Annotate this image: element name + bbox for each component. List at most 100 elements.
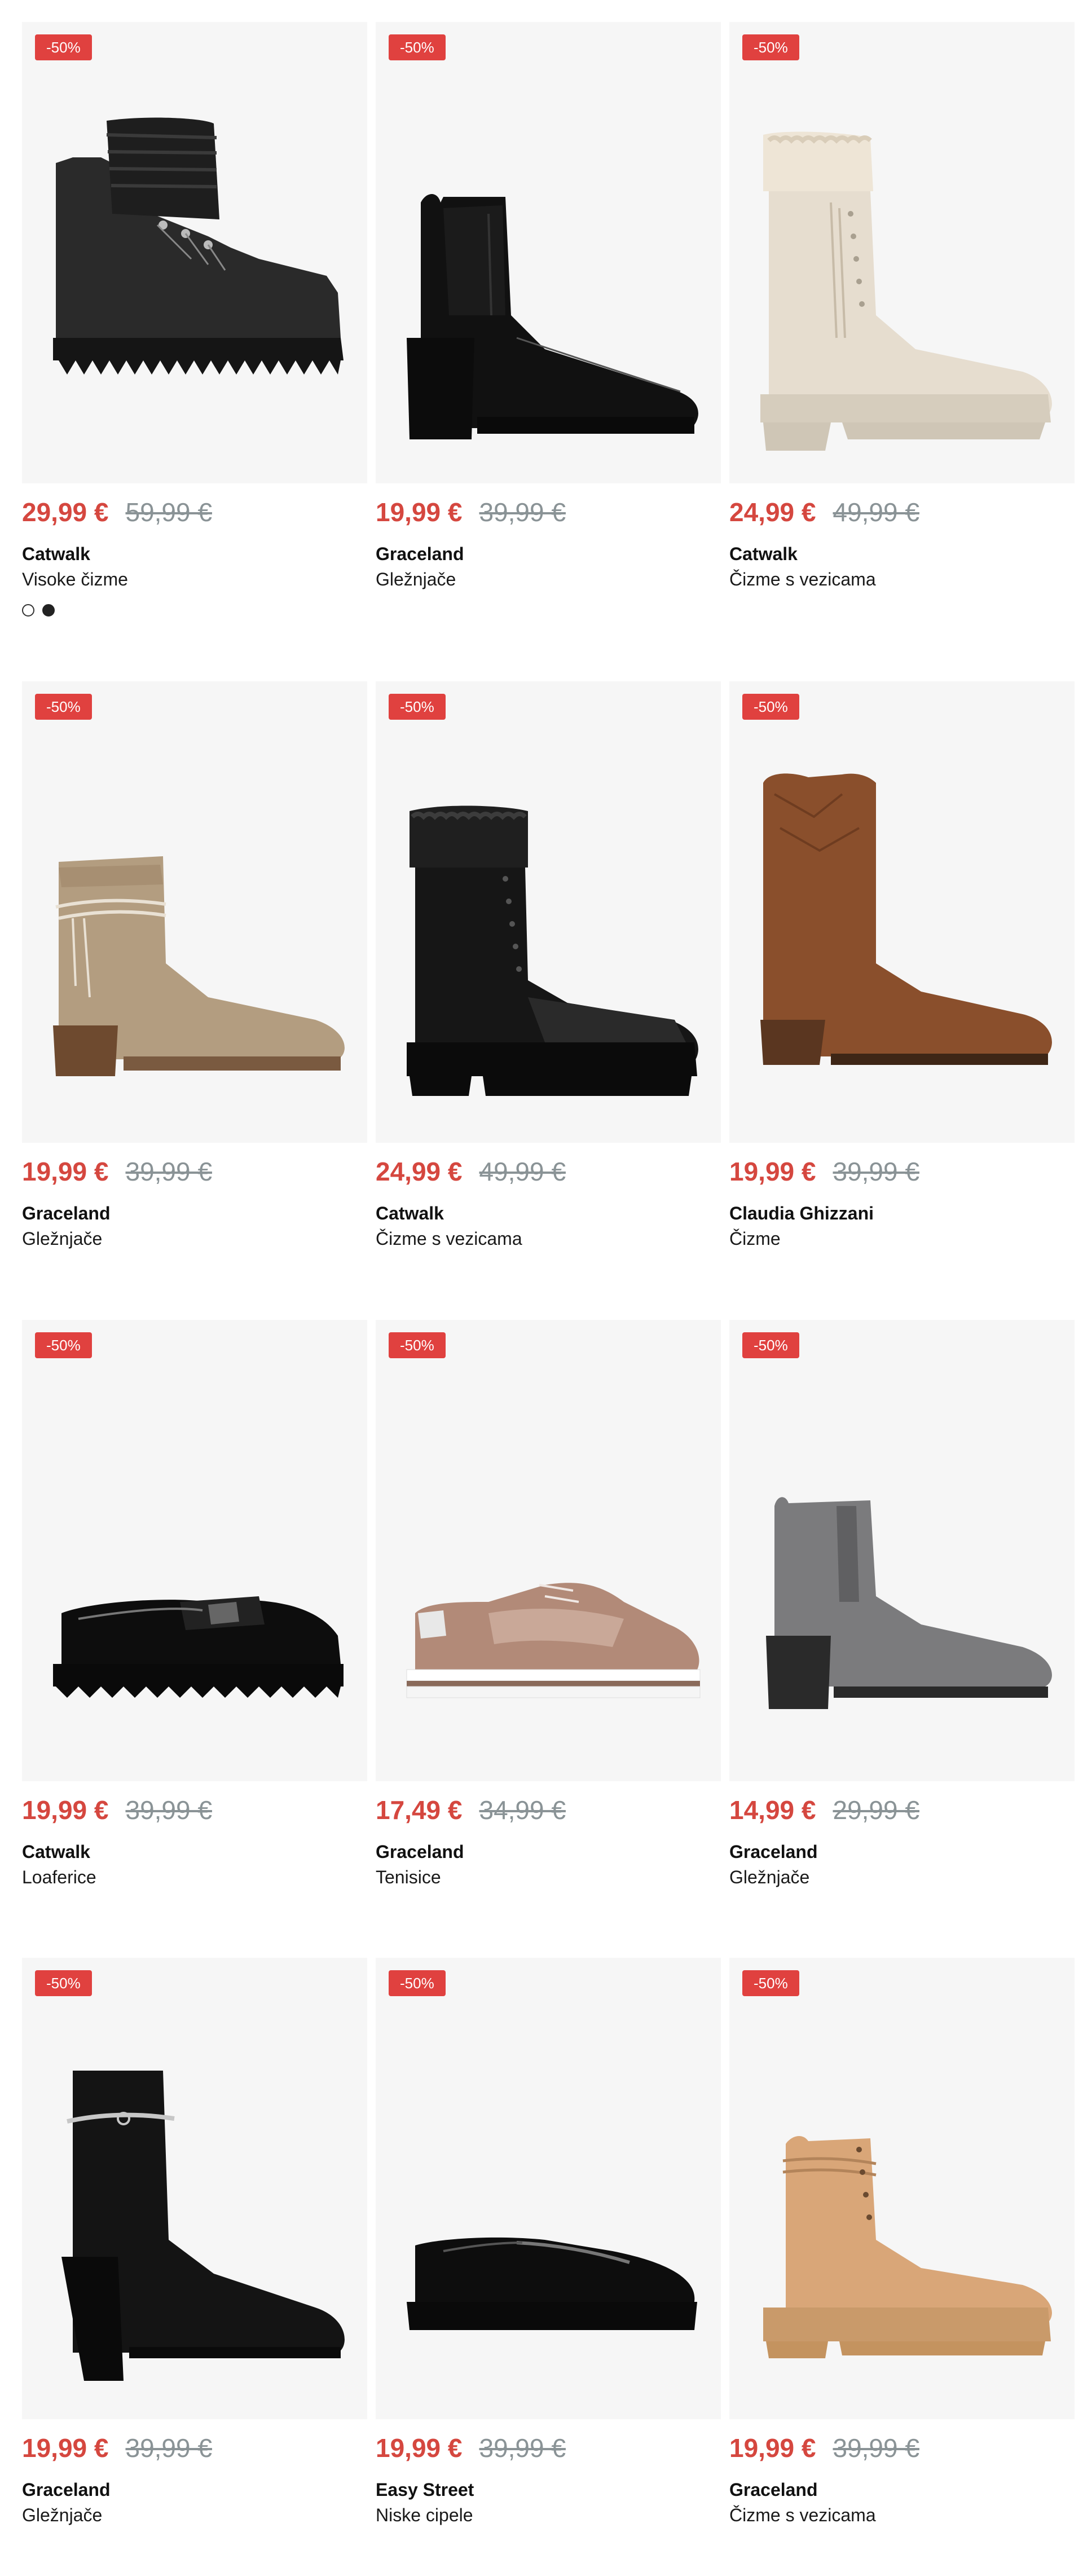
brand-name[interactable]: Graceland bbox=[729, 1841, 1075, 1862]
price-row: 19,99 € 39,99 € bbox=[22, 1795, 367, 1826]
product-category[interactable]: Gležnjače bbox=[376, 568, 721, 592]
price-row: 17,49 € 34,99 € bbox=[376, 1795, 721, 1826]
sale-price: 29,99 € bbox=[22, 497, 109, 527]
original-price: 39,99 € bbox=[479, 497, 566, 527]
product-card[interactable]: -50% 24,99 € 49,99 € Catwalk Čizme s vez… bbox=[376, 681, 721, 1251]
sneaker-icon bbox=[406, 1583, 701, 1698]
price-row: 14,99 € 29,99 € bbox=[729, 1795, 1075, 1826]
product-image[interactable]: -50% bbox=[376, 1320, 721, 1781]
product-card[interactable]: -50% 19,99 € 39,99 € Graceland Čizme s v… bbox=[729, 1958, 1075, 2527]
product-card[interactable]: -50% 19,99 € 39,99 € Catwalk Loaferice bbox=[22, 1320, 367, 1890]
ankle-boot-icon bbox=[407, 194, 698, 439]
price-row: 19,99 € 39,99 € bbox=[729, 1156, 1075, 1188]
original-price: 29,99 € bbox=[833, 1795, 919, 1825]
heeled-ankle-boot-icon bbox=[61, 2071, 345, 2381]
product-card[interactable]: -50% 14,99 € 29,99 € Graceland Gležnjače bbox=[729, 1320, 1075, 1890]
discount-badge: -50% bbox=[389, 1332, 446, 1358]
original-price: 39,99 € bbox=[125, 1795, 212, 1825]
product-category[interactable]: Čizme s vezicama bbox=[729, 568, 1075, 592]
product-card[interactable]: -50% 19,99 € 39,99 € Graceland Gležnjače bbox=[22, 1958, 367, 2527]
product-category[interactable]: Loaferice bbox=[22, 1866, 367, 1890]
sale-price: 14,99 € bbox=[729, 1795, 816, 1825]
brand-name[interactable]: Catwalk bbox=[376, 1203, 721, 1224]
original-price: 39,99 € bbox=[479, 2433, 566, 2463]
price-row: 19,99 € 39,99 € bbox=[22, 1156, 367, 1188]
product-image[interactable]: -50% bbox=[22, 681, 367, 1143]
product-image[interactable]: -50% bbox=[729, 1320, 1075, 1781]
discount-badge: -50% bbox=[742, 34, 799, 60]
product-image[interactable]: -50% bbox=[22, 1958, 367, 2419]
product-category[interactable]: Čizme s vezicama bbox=[376, 1227, 721, 1251]
product-card[interactable]: -50% 19,99 € 39,99 € Easy Street Niske c… bbox=[376, 1958, 721, 2527]
original-price: 39,99 € bbox=[125, 2433, 212, 2463]
color-swatch-black[interactable] bbox=[42, 604, 55, 617]
product-card[interactable]: -50% 24,99 € 49,99 € Catwalk Čizme s vez… bbox=[729, 22, 1075, 592]
sale-price: 19,99 € bbox=[22, 1795, 109, 1825]
product-image[interactable]: -50% bbox=[376, 681, 721, 1143]
product-image[interactable]: -50% bbox=[376, 22, 721, 483]
price-row: 19,99 € 39,99 € bbox=[376, 2433, 721, 2464]
product-card[interactable]: -50% 19,99 € 39,99 € Claudia Ghizzani Či… bbox=[729, 681, 1075, 1251]
discount-badge: -50% bbox=[389, 34, 446, 60]
product-image[interactable]: -50% bbox=[729, 1958, 1075, 2419]
product-category[interactable]: Gležnjače bbox=[22, 1227, 367, 1251]
product-image[interactable]: -50% bbox=[729, 681, 1075, 1143]
discount-badge: -50% bbox=[389, 694, 446, 720]
product-category[interactable]: Čizme bbox=[729, 1227, 1075, 1251]
discount-badge: -50% bbox=[742, 694, 799, 720]
brand-name[interactable]: Graceland bbox=[22, 2479, 367, 2500]
original-price: 39,99 € bbox=[833, 2433, 919, 2463]
sale-price: 24,99 € bbox=[729, 497, 816, 527]
brand-name[interactable]: Graceland bbox=[376, 1841, 721, 1862]
product-category[interactable]: Tenisice bbox=[376, 1866, 721, 1890]
product-card[interactable]: -50% 29,99 € 59,99 € Catwalk Visoke čizm… bbox=[22, 22, 367, 617]
product-category[interactable]: Čizme s vezicama bbox=[729, 2504, 1075, 2527]
product-category[interactable]: Niske cipele bbox=[376, 2504, 721, 2527]
color-swatches bbox=[22, 604, 367, 617]
product-card[interactable]: -50% 17,49 € 34,99 € Graceland Tenisice bbox=[376, 1320, 721, 1890]
brand-name[interactable]: Graceland bbox=[376, 543, 721, 565]
price-row: 29,99 € 59,99 € bbox=[22, 497, 367, 529]
sale-price: 19,99 € bbox=[376, 2433, 463, 2463]
sale-price: 19,99 € bbox=[729, 1157, 816, 1186]
lace-up-boot-icon bbox=[763, 2135, 1052, 2358]
sale-price: 19,99 € bbox=[729, 2433, 816, 2463]
brand-name[interactable]: Graceland bbox=[22, 1203, 367, 1224]
discount-badge: -50% bbox=[35, 34, 92, 60]
product-image[interactable]: -50% bbox=[22, 22, 367, 483]
color-swatch-white[interactable] bbox=[22, 604, 34, 617]
price-row: 19,99 € 39,99 € bbox=[376, 497, 721, 529]
sale-price: 17,49 € bbox=[376, 1795, 463, 1825]
price-row: 19,99 € 39,99 € bbox=[22, 2433, 367, 2464]
brand-name[interactable]: Catwalk bbox=[729, 543, 1075, 565]
price-row: 24,99 € 49,99 € bbox=[729, 497, 1075, 529]
product-category[interactable]: Gležnjače bbox=[22, 2504, 367, 2527]
ankle-boot-icon bbox=[53, 856, 345, 1076]
brand-name[interactable]: Claudia Ghizzani bbox=[729, 1203, 1075, 1224]
chelsea-boot-icon bbox=[766, 1497, 1052, 1709]
discount-badge: -50% bbox=[35, 1970, 92, 1996]
lace-up-boot-icon bbox=[407, 805, 698, 1096]
price-row: 19,99 € 39,99 € bbox=[729, 2433, 1075, 2464]
original-price: 39,99 € bbox=[125, 1157, 212, 1186]
product-card[interactable]: -50% 19,99 € 39,99 € Graceland Gležnjače bbox=[376, 22, 721, 592]
discount-badge: -50% bbox=[742, 1332, 799, 1358]
loafer-icon bbox=[53, 1596, 344, 1698]
product-category[interactable]: Gležnjače bbox=[729, 1866, 1075, 1890]
brand-name[interactable]: Easy Street bbox=[376, 2479, 721, 2500]
chunky-hiking-boot-icon bbox=[53, 117, 344, 375]
product-category[interactable]: Visoke čizme bbox=[22, 568, 367, 592]
sale-price: 19,99 € bbox=[22, 2433, 109, 2463]
product-image[interactable]: -50% bbox=[22, 1320, 367, 1781]
sale-price: 19,99 € bbox=[22, 1157, 109, 1186]
brand-name[interactable]: Catwalk bbox=[22, 543, 367, 565]
product-grid: -50% 29,99 € 59,99 € Catwalk Visoke čizm… bbox=[0, 0, 1083, 2576]
original-price: 39,99 € bbox=[833, 1157, 919, 1186]
brand-name[interactable]: Catwalk bbox=[22, 1841, 367, 1862]
product-card[interactable]: -50% 19,99 € 39,99 € Graceland Gležnjače bbox=[22, 681, 367, 1251]
original-price: 34,99 € bbox=[479, 1795, 566, 1825]
product-image[interactable]: -50% bbox=[376, 1958, 721, 2419]
brand-name[interactable]: Graceland bbox=[729, 2479, 1075, 2500]
product-image[interactable]: -50% bbox=[729, 22, 1075, 483]
original-price: 49,99 € bbox=[479, 1157, 566, 1186]
